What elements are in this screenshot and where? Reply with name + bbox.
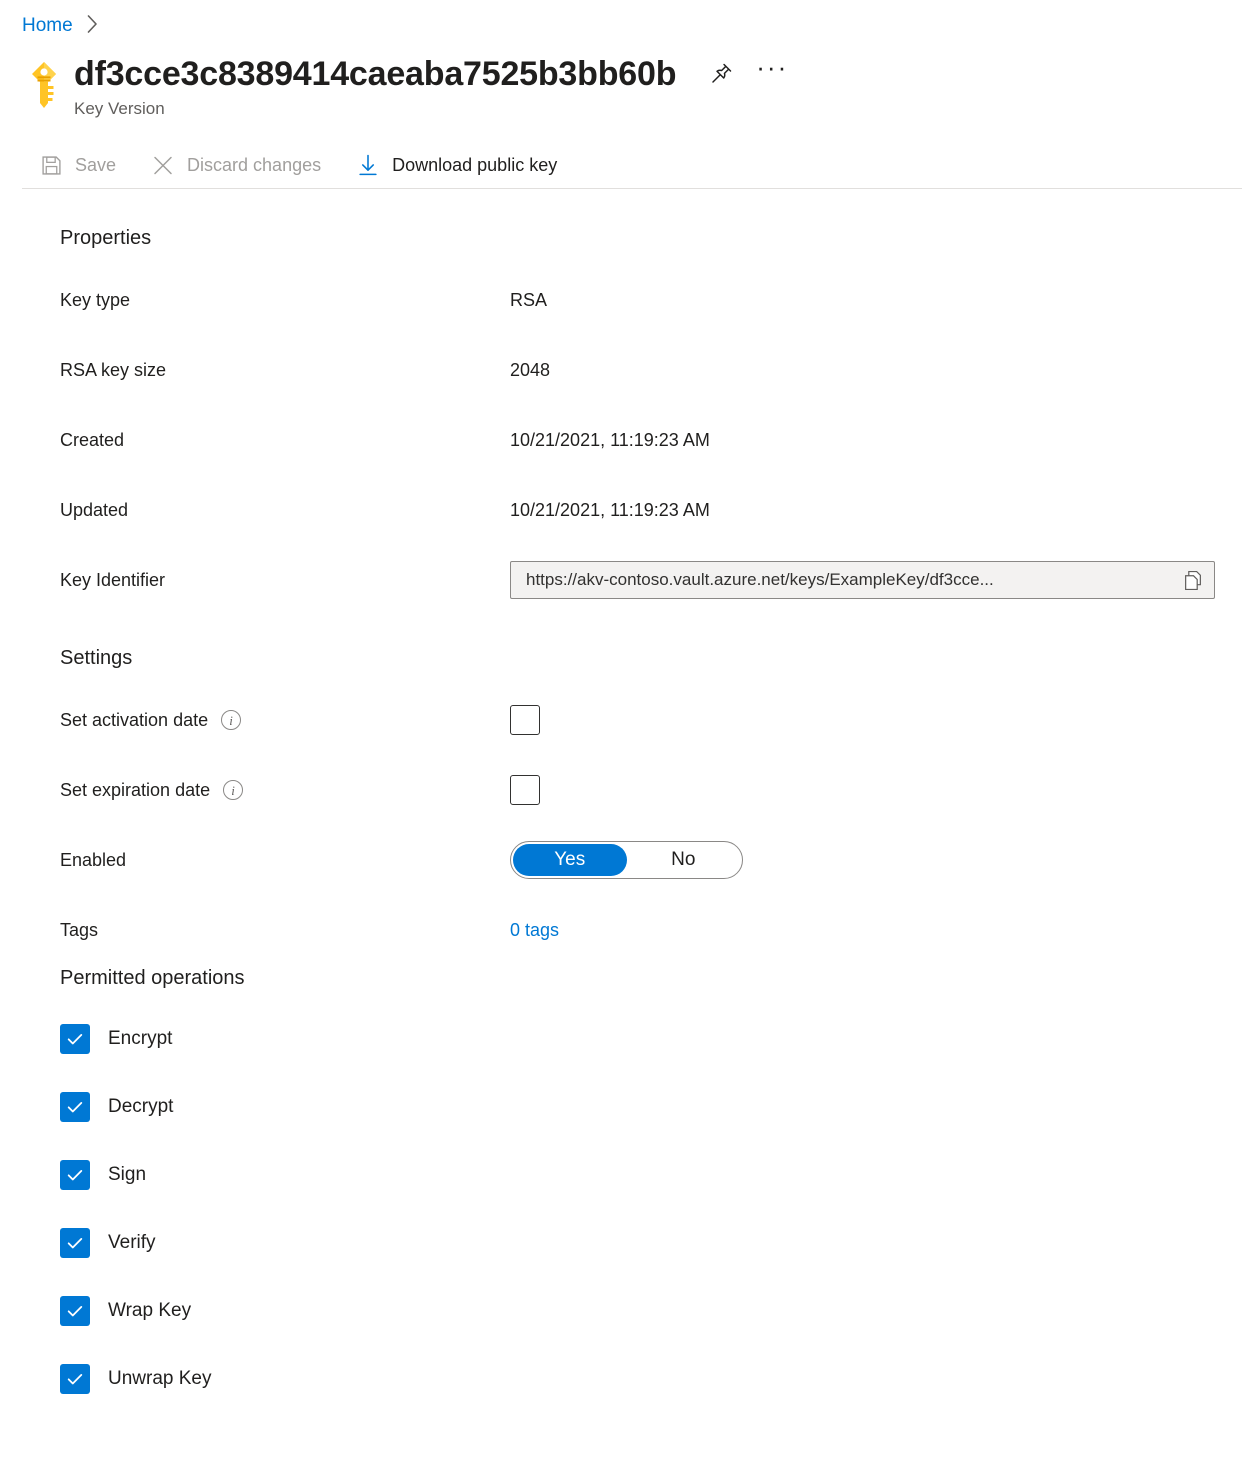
page-subtitle: Key Version <box>74 98 788 120</box>
operation-row-wrap-key: Wrap Key <box>60 1277 1242 1345</box>
set-expiration-date-checkbox[interactable] <box>510 775 540 805</box>
property-row-key-type: Key type RSA <box>60 265 1242 335</box>
save-label: Save <box>75 154 116 176</box>
unwrap-key-checkbox[interactable] <box>60 1364 90 1394</box>
permitted-operations-list: Encrypt Decrypt Sign <box>60 1005 1242 1413</box>
pin-glyph <box>708 61 734 87</box>
property-row-rsa-key-size: RSA key size 2048 <box>60 335 1242 405</box>
operation-row-encrypt: Encrypt <box>60 1005 1242 1073</box>
download-public-key-button[interactable]: Download public key <box>357 145 557 185</box>
sign-checkbox[interactable] <box>60 1160 90 1190</box>
set-activation-date-text: Set activation date <box>60 709 208 731</box>
decrypt-label: Decrypt <box>108 1095 173 1119</box>
download-glyph <box>357 154 379 177</box>
page-header: df3cce3c8389414caeaba7525b3bb60b ··· Key… <box>0 38 1242 134</box>
set-expiration-date-label: Set expiration date i <box>60 779 510 801</box>
created-label: Created <box>60 429 510 451</box>
checkmark-icon <box>65 1301 85 1321</box>
save-glyph <box>41 155 62 176</box>
save-icon <box>40 154 62 176</box>
operation-row-verify: Verify <box>60 1209 1242 1277</box>
property-row-updated: Updated 10/21/2021, 11:19:23 AM <box>60 475 1242 545</box>
save-button[interactable]: Save <box>40 145 116 185</box>
settings-heading: Settings <box>60 645 1242 671</box>
info-icon[interactable]: i <box>223 780 243 800</box>
operation-row-decrypt: Decrypt <box>60 1073 1242 1141</box>
tags-label: Tags <box>60 919 510 941</box>
key-glyph <box>22 58 66 116</box>
key-identifier-label: Key Identifier <box>60 569 510 591</box>
decrypt-checkbox[interactable] <box>60 1092 90 1122</box>
more-options-icon[interactable]: ··· <box>756 62 788 86</box>
unwrap-key-label: Unwrap Key <box>108 1367 212 1391</box>
properties-heading: Properties <box>60 225 1242 251</box>
updated-label: Updated <box>60 499 510 521</box>
close-x-icon <box>152 154 174 176</box>
title-text-group: df3cce3c8389414caeaba7525b3bb60b ··· Key… <box>74 54 788 120</box>
checkmark-icon <box>65 1233 85 1253</box>
enabled-toggle-no[interactable]: No <box>627 844 741 876</box>
set-expiration-date-text: Set expiration date <box>60 779 210 801</box>
close-x-glyph <box>152 154 174 177</box>
enabled-label: Enabled <box>60 849 510 871</box>
title-line: df3cce3c8389414caeaba7525b3bb60b ··· <box>74 54 788 94</box>
setting-row-tags: Tags 0 tags <box>60 895 1242 965</box>
property-row-created: Created 10/21/2021, 11:19:23 AM <box>60 405 1242 475</box>
key-identifier-value: https://akv-contoso.vault.azure.net/keys… <box>526 569 1178 591</box>
created-value: 10/21/2021, 11:19:23 AM <box>510 429 710 451</box>
checkmark-icon <box>65 1369 85 1389</box>
copy-glyph <box>1183 570 1203 591</box>
chevron-right-icon <box>87 15 98 37</box>
verify-label: Verify <box>108 1231 156 1255</box>
pin-icon[interactable] <box>704 57 738 91</box>
encrypt-checkbox[interactable] <box>60 1024 90 1054</box>
property-row-key-identifier: Key Identifier https://akv-contoso.vault… <box>60 545 1242 615</box>
setting-row-expiration-date: Set expiration date i <box>60 755 1242 825</box>
chevron-right-glyph <box>87 15 98 33</box>
checkmark-icon <box>65 1165 85 1185</box>
setting-row-activation-date: Set activation date i <box>60 685 1242 755</box>
checkmark-icon <box>65 1097 85 1117</box>
operation-row-sign: Sign <box>60 1141 1242 1209</box>
verify-checkbox[interactable] <box>60 1228 90 1258</box>
enabled-toggle[interactable]: Yes No <box>510 841 743 879</box>
key-identifier-field[interactable]: https://akv-contoso.vault.azure.net/keys… <box>510 561 1215 599</box>
discard-changes-button[interactable]: Discard changes <box>152 145 321 185</box>
setting-row-enabled: Enabled Yes No <box>60 825 1242 895</box>
checkmark-icon <box>65 1029 85 1049</box>
key-type-label: Key type <box>60 289 510 311</box>
download-arrow-icon <box>357 154 379 176</box>
permitted-operations-heading: Permitted operations <box>60 965 1242 991</box>
discard-changes-label: Discard changes <box>187 154 321 176</box>
copy-icon[interactable] <box>1178 565 1208 595</box>
operation-row-unwrap-key: Unwrap Key <box>60 1345 1242 1413</box>
key-type-value: RSA <box>510 289 547 311</box>
main-content: Properties Key type RSA RSA key size 204… <box>0 189 1242 1413</box>
breadcrumb-home-link[interactable]: Home <box>22 15 73 37</box>
page-title: df3cce3c8389414caeaba7525b3bb60b <box>74 54 676 94</box>
enabled-toggle-yes[interactable]: Yes <box>513 844 627 876</box>
download-public-key-label: Download public key <box>392 154 557 176</box>
wrap-key-label: Wrap Key <box>108 1299 191 1323</box>
sign-label: Sign <box>108 1163 146 1187</box>
wrap-key-checkbox[interactable] <box>60 1296 90 1326</box>
key-icon <box>22 58 66 116</box>
command-bar: Save Discard changes Download public key <box>0 142 1242 188</box>
encrypt-label: Encrypt <box>108 1027 172 1051</box>
breadcrumb: Home <box>0 0 1242 38</box>
set-activation-date-label: Set activation date i <box>60 709 510 731</box>
rsa-key-size-value: 2048 <box>510 359 550 381</box>
info-icon[interactable]: i <box>221 710 241 730</box>
tags-link[interactable]: 0 tags <box>510 919 559 941</box>
set-activation-date-checkbox[interactable] <box>510 705 540 735</box>
rsa-key-size-label: RSA key size <box>60 359 510 381</box>
updated-value: 10/21/2021, 11:19:23 AM <box>510 499 710 521</box>
